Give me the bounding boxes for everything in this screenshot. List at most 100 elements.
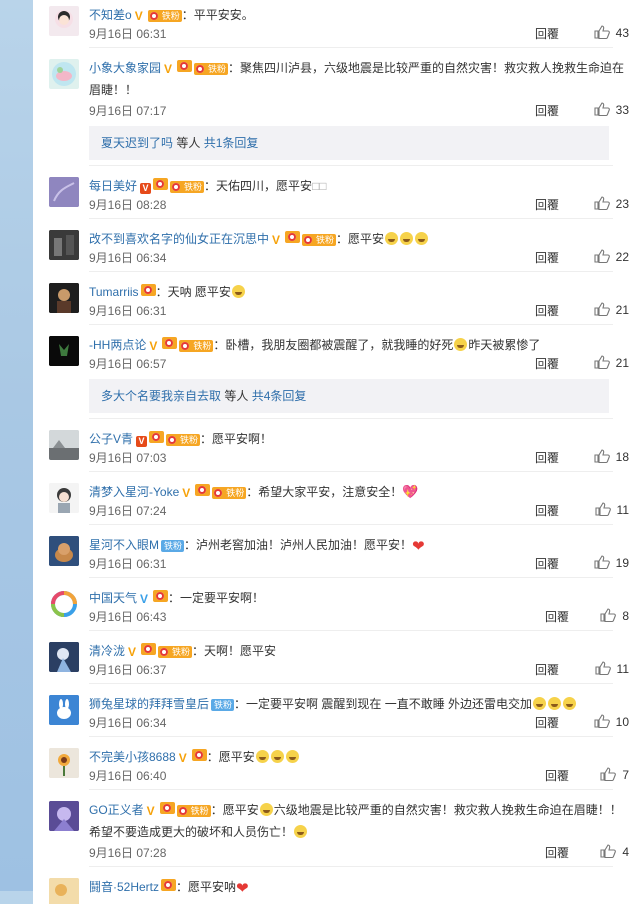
avatar[interactable] <box>49 748 79 778</box>
comment-meta: 9月16日 07:17 回覆 33 <box>89 102 629 120</box>
thumbs-up-icon <box>594 661 611 675</box>
crying-emoji-icon <box>415 232 429 245</box>
username[interactable]: -HH两点论 <box>89 338 146 352</box>
like-count: 11 <box>616 662 629 676</box>
reply-button[interactable]: 回覆 <box>535 196 559 213</box>
timestamp: 9月16日 07:17 <box>89 104 167 118</box>
avatar[interactable] <box>49 642 79 672</box>
like-button[interactable]: 7 <box>569 767 629 782</box>
like-button[interactable]: 19 <box>569 555 629 570</box>
reply-button[interactable]: 回覆 <box>535 502 559 519</box>
thumbs-up-icon <box>594 249 610 263</box>
reply-button[interactable]: 回覆 <box>535 249 559 266</box>
reply-button[interactable]: 回覆 <box>535 449 559 466</box>
thumbs-up-icon <box>594 196 610 210</box>
crying-emoji-icon <box>385 232 399 245</box>
username[interactable]: 每日美好 <box>89 179 137 193</box>
avatar[interactable] <box>49 483 79 513</box>
reply-button[interactable]: 回覆 <box>545 608 569 625</box>
avatar[interactable] <box>49 336 79 366</box>
like-count: 43 <box>615 26 629 40</box>
like-button[interactable]: 18 <box>569 449 629 464</box>
divider <box>89 789 613 790</box>
username[interactable]: 中国天气 <box>89 591 137 605</box>
thumbs-up-icon <box>594 302 610 316</box>
fan-icon <box>177 60 193 72</box>
like-button[interactable]: 21 <box>569 355 629 370</box>
sub-reply-count[interactable]: 共1条回复 <box>204 136 259 150</box>
username[interactable]: GO正义者 <box>89 803 144 817</box>
avatar[interactable] <box>49 59 79 89</box>
like-count: 33 <box>615 103 629 117</box>
fan-badge: 铁粉 <box>161 540 185 552</box>
username[interactable]: 改不到喜欢名字的仙女正在沉思中 <box>89 232 269 246</box>
verified-v-icon: V <box>136 436 148 447</box>
avatar[interactable] <box>49 6 79 36</box>
verified-v-icon: V <box>164 62 173 76</box>
username[interactable]: 清冷泷 <box>89 644 125 658</box>
avatar[interactable] <box>49 430 79 460</box>
username[interactable]: 公子V青 <box>89 432 133 446</box>
avatar[interactable] <box>49 536 79 566</box>
reply-button[interactable]: 回覆 <box>545 844 569 861</box>
timestamp: 9月16日 06:34 <box>89 251 167 265</box>
comment-text: 一定要平安啊！ <box>180 591 265 605</box>
like-button[interactable]: 11 <box>569 502 629 517</box>
avatar[interactable] <box>49 878 79 904</box>
divider <box>89 866 613 867</box>
username[interactable]: 不知差o <box>89 8 132 22</box>
avatar[interactable] <box>49 177 79 207</box>
comment-meta: 9月16日 07:24 回覆 11 <box>89 502 629 520</box>
like-button[interactable]: 10 <box>569 714 629 729</box>
reply-button[interactable]: 回覆 <box>535 661 559 678</box>
username[interactable]: Tumarriis <box>89 285 139 299</box>
like-count: 21 <box>615 303 629 317</box>
thumbs-up-icon <box>600 608 617 622</box>
comment-text: 愿平安 <box>222 803 259 817</box>
heart-icon: ❤ <box>236 880 249 897</box>
reply-button[interactable]: 回覆 <box>545 767 569 784</box>
like-button[interactable]: 43 <box>569 25 629 40</box>
divider <box>89 218 613 219</box>
verified-v-icon: V <box>140 592 149 606</box>
sub-reply-user[interactable]: 多大个名要我亲自去取 <box>101 389 221 403</box>
like-button[interactable]: 11 <box>569 661 629 676</box>
like-button[interactable]: 33 <box>569 102 629 117</box>
thumbs-up-icon <box>594 355 610 369</box>
username[interactable]: 鬪音·52Hertz <box>89 880 159 894</box>
reply-button[interactable]: 回覆 <box>535 355 559 372</box>
username[interactable]: 小象大象家园 <box>89 61 161 75</box>
reply-button[interactable]: 回覆 <box>535 102 559 119</box>
avatar[interactable] <box>49 283 79 313</box>
sub-reply-count[interactable]: 共4条回复 <box>252 389 307 403</box>
like-button[interactable]: 23 <box>569 196 629 211</box>
sub-reply-summary[interactable]: 夏天迟到了吗 等人 共1条回复 <box>89 126 609 160</box>
fan-icon <box>149 431 165 443</box>
divider <box>89 471 613 472</box>
reply-button[interactable]: 回覆 <box>535 25 559 42</box>
reply-button[interactable]: 回覆 <box>535 555 559 572</box>
like-button[interactable]: 21 <box>569 302 629 317</box>
avatar[interactable] <box>49 589 79 619</box>
comment-text: 愿平安呐 <box>188 880 237 894</box>
divider <box>89 736 613 737</box>
avatar[interactable] <box>49 230 79 260</box>
username[interactable]: 清梦入星河-Yoke <box>89 485 179 499</box>
like-button[interactable]: 8 <box>569 608 629 623</box>
fan-badge: 铁粉 <box>179 340 214 352</box>
timestamp: 9月16日 06:31 <box>89 557 167 571</box>
username[interactable]: 不完美小孩8688 <box>89 750 176 764</box>
username[interactable]: 星河不入眼M <box>89 538 159 552</box>
like-button[interactable]: 22 <box>569 249 629 264</box>
reply-button[interactable]: 回覆 <box>535 302 559 319</box>
avatar[interactable] <box>49 801 79 831</box>
comment-text: 天呐 愿平安 <box>167 285 231 299</box>
comment-meta: 9月16日 08:28 回覆 23 <box>89 196 629 214</box>
sub-reply-summary[interactable]: 多大个名要我亲自去取 等人 共4条回复 <box>89 379 609 413</box>
thumbs-up-icon <box>594 25 610 39</box>
username[interactable]: 狮兔星球的拜拜雪皇后 <box>89 697 209 711</box>
reply-button[interactable]: 回覆 <box>535 714 559 731</box>
sub-reply-user[interactable]: 夏天迟到了吗 <box>101 136 173 150</box>
like-button[interactable]: 4 <box>569 844 629 859</box>
avatar[interactable] <box>49 695 79 725</box>
